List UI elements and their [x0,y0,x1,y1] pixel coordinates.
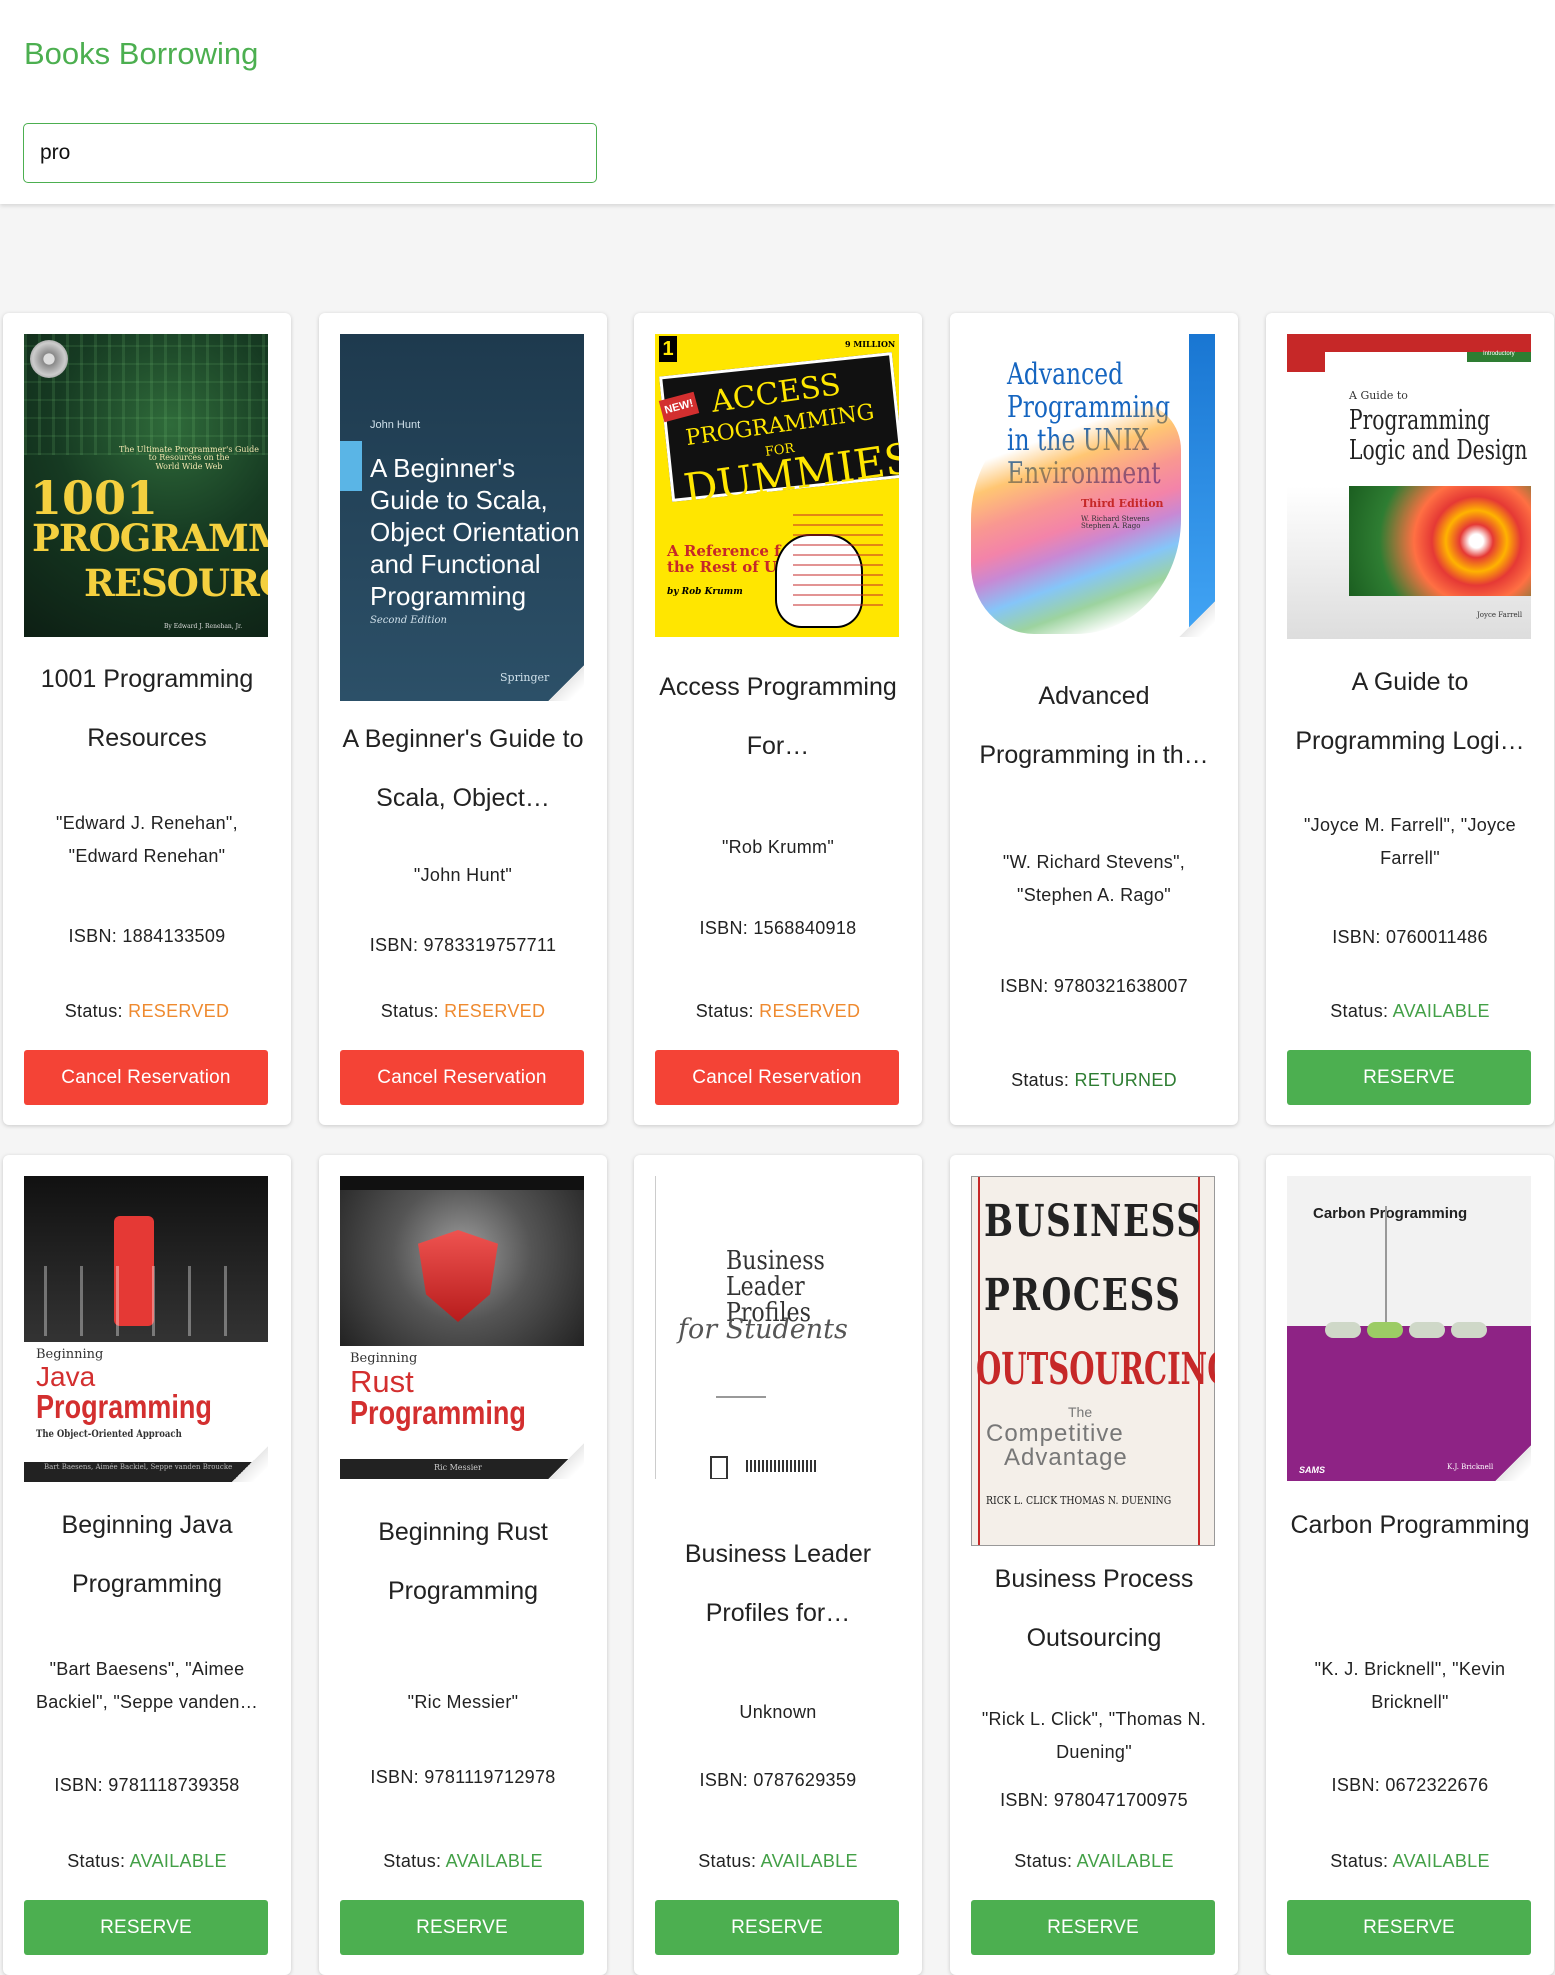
book-cover-image: Business Leader Profiles for Students [655,1176,899,1479]
book-cover-image: Introductory A Guide to Programming Logic… [1287,334,1531,639]
book-status: Status: AVAILABLE [642,1851,914,1872]
app-header: Books Borrowing [0,0,1555,204]
book-cover-image: The Ultimate Programmer's Guide to Resour… [24,334,268,637]
book-card: 1 ACCESS PROGRAMMING FOR DUMMIES NEW! 9 … [634,313,922,1125]
book-title: Advanced Programming in th… [979,682,1209,769]
book-status: Status: RETURNED [958,1070,1230,1091]
status-value: AVAILABLE [1392,1851,1490,1871]
status-label: Status: [1330,1851,1393,1871]
book-isbn: ISBN: 9783319757711 [369,935,557,955]
book-authors: "Ric Messier" [407,1692,519,1712]
book-card: The Ultimate Programmer's Guide to Resour… [3,313,291,1125]
book-isbn: ISBN: 9781118739358 [54,1775,240,1795]
book-authors: Unknown [739,1702,817,1722]
book-title: 1001 Programming Resources [40,665,254,752]
reserve-button[interactable]: RESERVE [340,1900,584,1955]
book-isbn: ISBN: 9780471700975 [1000,1790,1188,1810]
status-label: Status: [1330,1001,1393,1021]
cancel-reservation-button[interactable]: Cancel Reservation [340,1050,584,1105]
book-status: Status: AVAILABLE [11,1851,283,1872]
status-value: AVAILABLE [1076,1851,1174,1871]
book-card: Beginning Rust Programming Ric Messier B… [319,1155,607,1975]
status-label: Status: [1011,1070,1075,1090]
status-label: Status: [64,1001,129,1021]
book-authors: "Bart Baesens", "Aimee Backiel", "Seppe … [35,1659,259,1712]
book-title: Access Programming For… [659,673,897,760]
status-value: RESERVED [759,1001,861,1021]
reserve-button[interactable]: RESERVE [1287,1050,1531,1105]
book-card: Beginning Java Programming The Object-Or… [3,1155,291,1975]
status-value: RETURNED [1074,1070,1177,1090]
book-card: John Hunt A Beginner's Guide to Scala, Obj… [319,313,607,1125]
book-isbn: ISBN: 0760011486 [1332,927,1488,947]
book-cover-image: AdvancedProgrammingin the UNIXEnvironmen… [971,334,1215,637]
book-isbn: ISBN: 9781119712978 [370,1767,556,1787]
book-title: Beginning Java Programming [61,1511,233,1598]
book-authors: "Rick L. Click", "Thomas N. Duening" [981,1709,1207,1762]
status-value: AVAILABLE [1392,1001,1490,1021]
status-label: Status: [380,1001,445,1021]
search-input[interactable] [23,123,597,183]
book-title: Business Process Outsourcing [994,1565,1194,1652]
book-card: AdvancedProgrammingin the UNIXEnvironmen… [950,313,1238,1125]
book-status: Status: RESERVED [11,1001,283,1022]
book-cover-image: BUSINESS PROCESS OUTSOURCING The Competi… [971,1176,1215,1546]
book-card: Carbon Programming SAMS K.J. Bricknell C… [1266,1155,1554,1975]
page-title: Books Borrowing [24,36,259,71]
book-cover-image: John Hunt A Beginner's Guide to Scala, Obj… [340,334,584,701]
status-value: AVAILABLE [129,1851,227,1871]
book-authors: "John Hunt" [413,865,513,885]
book-isbn: ISBN: 1568840918 [699,918,857,938]
reserve-button[interactable]: RESERVE [655,1900,899,1955]
cancel-reservation-button[interactable]: Cancel Reservation [24,1050,268,1105]
status-label: Status: [695,1001,760,1021]
status-value: RESERVED [444,1001,546,1021]
book-status: Status: RESERVED [327,1001,599,1022]
status-label: Status: [67,1851,130,1871]
book-title: Business Leader Profiles for… [684,1540,872,1627]
book-authors: "K. J. Bricknell", "Kevin Bricknell" [1314,1659,1506,1712]
book-authors: "Joyce M. Farrell", "Joyce Farrell" [1303,815,1516,868]
book-isbn: ISBN: 1884133509 [68,926,226,946]
book-isbn: ISBN: 0672322676 [1331,1775,1489,1795]
book-status: Status: AVAILABLE [327,1851,599,1872]
status-label: Status: [1014,1851,1077,1871]
reserve-button[interactable]: RESERVE [971,1900,1215,1955]
book-title: Carbon Programming [1290,1511,1530,1539]
book-title: A Guide to Programming Logi… [1295,668,1525,755]
book-status: Status: AVAILABLE [1274,1001,1546,1022]
status-value: AVAILABLE [445,1851,543,1871]
status-value: RESERVED [128,1001,230,1021]
book-status: Status: AVAILABLE [958,1851,1230,1872]
book-cover-image: 1 ACCESS PROGRAMMING FOR DUMMIES NEW! 9 … [655,334,899,637]
reserve-button[interactable]: RESERVE [1287,1900,1531,1955]
book-authors: "W. Richard Stevens", "Stephen A. Rago" [1002,852,1186,905]
book-authors: "Edward J. Renehan", "Edward Renehan" [56,813,238,866]
book-card: BUSINESS PROCESS OUTSOURCING The Competi… [950,1155,1238,1975]
book-isbn: ISBN: 0787629359 [699,1770,857,1790]
book-status: Status: AVAILABLE [1274,1851,1546,1872]
book-card: Business Leader Profiles for Students Busi… [634,1155,922,1975]
book-card: Introductory A Guide to Programming Logic… [1266,313,1554,1125]
book-title: A Beginner's Guide to Scala, Object… [342,725,584,812]
book-cover-image: Carbon Programming SAMS K.J. Bricknell [1287,1176,1531,1481]
book-cover-image: Beginning Rust Programming Ric Messier [340,1176,584,1479]
cancel-reservation-button[interactable]: Cancel Reservation [655,1050,899,1105]
book-status: Status: RESERVED [642,1001,914,1022]
book-isbn: ISBN: 9780321638007 [1000,976,1188,996]
book-authors: "Rob Krumm" [721,837,835,857]
status-label: Status: [698,1851,761,1871]
status-value: AVAILABLE [760,1851,858,1871]
status-label: Status: [383,1851,446,1871]
book-title: Beginning Rust Programming [378,1518,548,1605]
reserve-button[interactable]: RESERVE [24,1900,268,1955]
book-cover-image: Beginning Java Programming The Object-Or… [24,1176,268,1482]
